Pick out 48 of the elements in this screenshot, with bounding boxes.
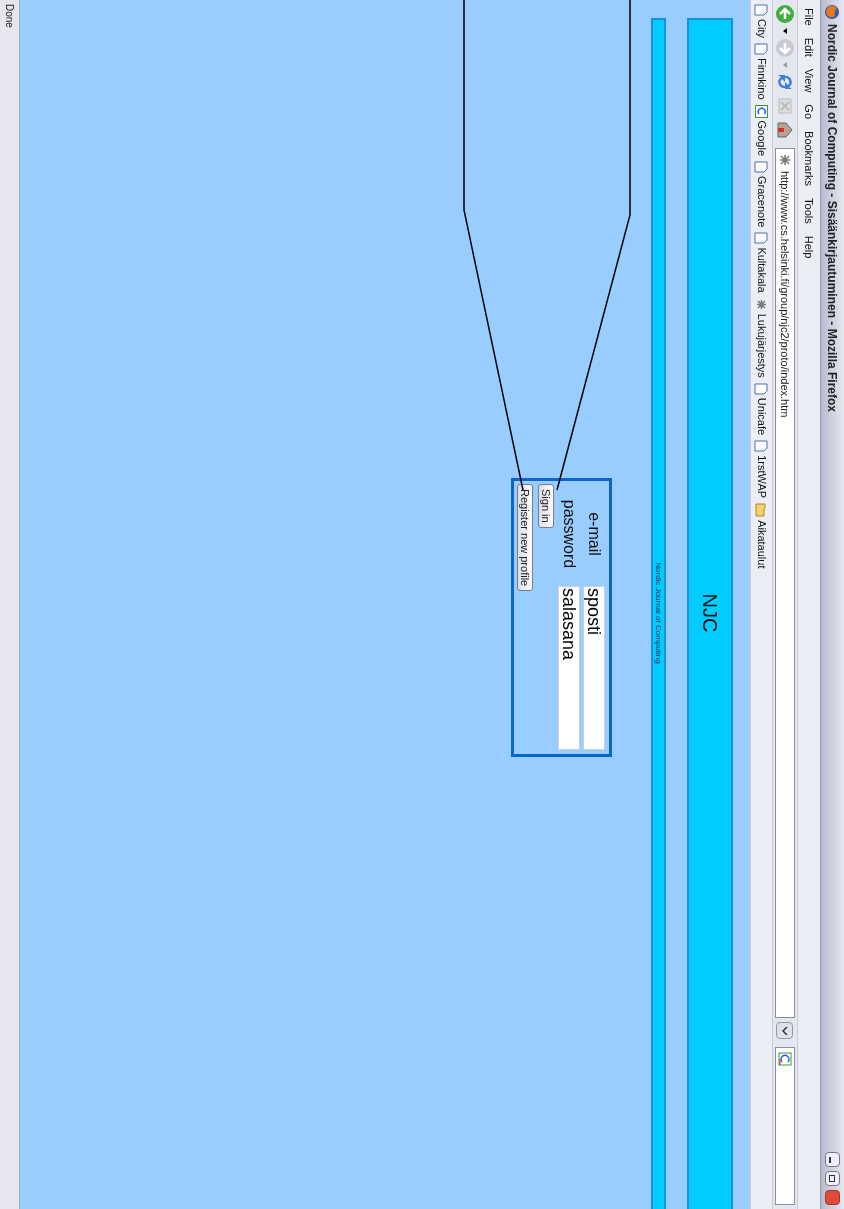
text-field[interactable]: salasana <box>558 586 580 750</box>
firefox-icon <box>824 4 841 20</box>
page-icon <box>754 440 769 453</box>
bookmark-link[interactable]: Google <box>753 120 770 156</box>
menu-item[interactable]: View <box>800 68 818 93</box>
bookmark-link[interactable]: Kultakala <box>753 247 770 293</box>
menu-item[interactable]: File <box>800 8 818 26</box>
field-label: password <box>560 498 579 571</box>
header-bar: NJC <box>687 18 733 1209</box>
text-field[interactable]: sposti <box>583 586 605 750</box>
home-icon[interactable] <box>775 120 795 140</box>
google-icon <box>755 104 768 118</box>
field-label: e-mail <box>585 511 604 558</box>
dropdown-icon[interactable] <box>782 28 788 34</box>
form-button[interactable]: Sign in <box>538 484 554 528</box>
bookmark-link[interactable]: Aikataulut <box>753 520 770 569</box>
page-icon <box>754 161 769 173</box>
bookmark-link[interactable]: Lukujärjestys <box>753 313 770 378</box>
google-icon <box>778 1052 792 1066</box>
menu-item[interactable]: Help <box>800 235 818 259</box>
page-icon <box>754 382 769 395</box>
site-icon <box>778 153 792 167</box>
menu-item[interactable]: Tools <box>800 198 818 224</box>
address-field[interactable]: http://www.cs.helsinki.fi/group/njc2/proto/index.htm <box>775 148 795 1018</box>
bookmark-link[interactable]: Gracenote <box>753 176 770 228</box>
caret-icon <box>782 1026 788 1035</box>
menu-item[interactable]: Edit <box>800 37 818 57</box>
bookmark-link[interactable]: 1rstWAP <box>753 455 770 499</box>
form-button[interactable]: Register new profile <box>517 484 533 592</box>
minimize-button[interactable] <box>825 1152 840 1167</box>
bookmark-link[interactable]: Finnkino <box>753 57 770 100</box>
search-field[interactable] <box>775 1047 795 1205</box>
status-text: Done <box>3 4 16 28</box>
maximize-button[interactable] <box>825 1171 840 1186</box>
page-icon <box>754 42 769 55</box>
bookmark-link[interactable]: Unicafe <box>753 397 770 436</box>
menu-item[interactable]: Go <box>800 104 818 120</box>
page-icon <box>754 232 769 245</box>
window-title: Nordic Journal of Computing - Sisäänkirjautuminen - Mozilla Firefox <box>824 24 841 413</box>
close-button[interactable] <box>825 1190 840 1205</box>
menu-item[interactable]: Bookmarks <box>800 131 818 187</box>
page-icon <box>754 4 769 16</box>
bookmark-link[interactable]: City <box>753 19 770 38</box>
reload-icon[interactable] <box>775 72 795 92</box>
site-icon <box>755 297 768 311</box>
dropdown-button[interactable] <box>776 1022 794 1039</box>
subtitle-bar: Nordic Journal of Computing <box>651 18 666 1209</box>
folder-icon <box>755 503 768 518</box>
